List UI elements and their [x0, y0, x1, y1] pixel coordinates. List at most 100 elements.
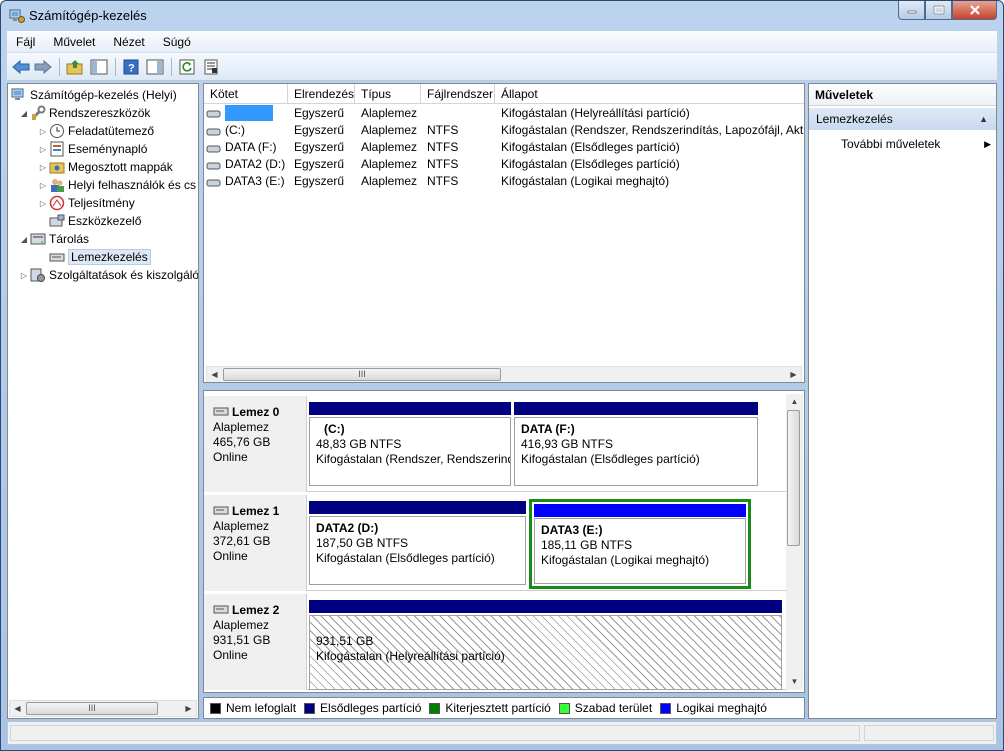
- tree-label: Teljesítmény: [68, 196, 135, 210]
- tree-item-event-viewer[interactable]: ▷ Eseménynapló: [37, 140, 147, 158]
- volume-name-selected[interactable]: [225, 105, 273, 121]
- collapsed-arrow-icon[interactable]: ▷: [37, 181, 49, 190]
- collapsed-arrow-icon[interactable]: ▷: [37, 127, 49, 136]
- collapsed-arrow-icon[interactable]: ▷: [37, 163, 49, 172]
- close-icon: [969, 5, 980, 15]
- disk-layout-pane: Lemez 0 Alaplemez 465,76 GB Online (C:) …: [203, 390, 805, 693]
- table-row[interactable]: (C:) Egyszerű Alaplemez NTFS Kifogástala…: [204, 122, 804, 139]
- partition-c[interactable]: (C:) 48,83 GB NTFS Kifogástalan (Rendsze…: [309, 402, 511, 486]
- tree-label: Helyi felhasználók és cs: [68, 178, 197, 192]
- table-row[interactable]: DATA3 (E:) Egyszerű Alaplemez NTFS Kifog…: [204, 173, 804, 190]
- column-header-type[interactable]: Típus: [355, 84, 421, 104]
- expanded-arrow-icon[interactable]: ◢: [18, 235, 30, 244]
- scroll-thumb[interactable]: III: [26, 702, 158, 715]
- scroll-right-arrow-icon[interactable]: ▶: [787, 368, 800, 381]
- partition-data3-e[interactable]: DATA3 (E:) 185,11 GB NTFS Kifogástalan (…: [529, 499, 751, 589]
- tree-item-local-users[interactable]: ▷ Helyi felhasználók és cs: [37, 176, 196, 194]
- collapsed-arrow-icon[interactable]: ▷: [18, 271, 30, 280]
- disk-info[interactable]: Lemez 2 Alaplemez 931,51 GB Online: [204, 594, 307, 690]
- performance-icon: [49, 195, 65, 211]
- tree-item-disk-management[interactable]: Lemezkezelés: [37, 248, 151, 266]
- services-icon: [30, 267, 46, 283]
- forward-button[interactable]: [33, 57, 53, 77]
- collapse-up-icon[interactable]: ▲: [979, 108, 988, 130]
- navigation-tree: Számítógép-kezelés (Helyi) ◢ Rendszeresz…: [7, 83, 199, 719]
- table-row[interactable]: DATA2 (D:) Egyszerű Alaplemez NTFS Kifog…: [204, 156, 804, 173]
- title-bar[interactable]: Számítógép-kezelés: [1, 1, 1003, 31]
- partition-status: Kifogástalan (Rendszer, Rendszerind: [316, 452, 511, 466]
- tree-item-task-scheduler[interactable]: ▷ Feladatütemező: [37, 122, 154, 140]
- disk-row: Lemez 1 Alaplemez 372,61 GB Online DATA2…: [204, 495, 790, 591]
- tree-item-performance[interactable]: ▷ Teljesítmény: [37, 194, 135, 212]
- column-header-status[interactable]: Állapot: [495, 84, 804, 104]
- tree-item-computer-management[interactable]: Számítógép-kezelés (Helyi): [11, 86, 177, 104]
- expanded-arrow-icon[interactable]: ◢: [18, 109, 30, 118]
- table-row[interactable]: Egyszerű Alaplemez Kifogástalan (Helyreá…: [204, 105, 804, 122]
- scroll-thumb[interactable]: III: [223, 368, 501, 381]
- disk-kind: Alaplemez: [213, 420, 270, 434]
- actions-section-disk-management[interactable]: Lemezkezelés ▲: [809, 108, 996, 130]
- scroll-up-arrow-icon[interactable]: ▲: [788, 395, 801, 408]
- menu-help[interactable]: Súgó: [154, 35, 200, 49]
- disk-size: 931,51 GB: [213, 633, 271, 647]
- show-hide-tree-button[interactable]: [89, 57, 109, 77]
- column-header-layout[interactable]: Elrendezés: [288, 84, 355, 104]
- cell-volume: DATA3 (E:): [225, 174, 285, 188]
- tree-horizontal-scrollbar[interactable]: ◀ III ▶: [9, 700, 197, 717]
- refresh-button[interactable]: [177, 57, 197, 77]
- more-actions-item[interactable]: További műveletek ▶: [841, 135, 991, 153]
- collapsed-arrow-icon[interactable]: ▷: [37, 199, 49, 208]
- scroll-left-arrow-icon[interactable]: ◀: [11, 702, 24, 715]
- minimize-button[interactable]: [898, 1, 925, 20]
- cell-layout: Egyszerű: [294, 140, 345, 154]
- tree-item-services[interactable]: ▷ Szolgáltatások és kiszolgáló: [18, 266, 198, 284]
- actions-section-label: Lemezkezelés: [816, 112, 893, 126]
- scroll-left-arrow-icon[interactable]: ◀: [208, 368, 221, 381]
- legend-swatch: [558, 702, 570, 714]
- partition-recovery[interactable]: 931,51 GB Kifogástalan (Helyreállítási p…: [309, 600, 782, 690]
- menu-view[interactable]: Nézet: [104, 35, 153, 49]
- scroll-down-arrow-icon[interactable]: ▼: [788, 675, 801, 688]
- up-folder-button[interactable]: [65, 57, 85, 77]
- drive-icon: [206, 123, 222, 139]
- maximize-button[interactable]: [925, 1, 952, 20]
- tools-icon: [30, 105, 46, 121]
- scroll-thumb[interactable]: [787, 410, 800, 546]
- menu-action[interactable]: Művelet: [44, 35, 104, 49]
- volume-list-header: Kötet Elrendezés Típus Fájlrendszer Álla…: [204, 84, 804, 104]
- cell-volume: DATA2 (D:): [225, 157, 286, 171]
- close-button[interactable]: [952, 1, 997, 20]
- partition-name: DATA2 (D:): [316, 521, 379, 535]
- status-bar: [7, 721, 997, 745]
- show-hide-action-pane-button[interactable]: [145, 57, 165, 77]
- back-icon: [12, 60, 30, 74]
- volume-list-horizontal-scrollbar[interactable]: ◀ III ▶: [206, 366, 802, 382]
- disk-size: 372,61 GB: [213, 534, 271, 548]
- tree-item-system-tools[interactable]: ◢ Rendszereszközök: [18, 104, 150, 122]
- column-header-filesystem[interactable]: Fájlrendszer: [421, 84, 495, 104]
- users-icon: [49, 177, 65, 193]
- cell-volume: (C:): [225, 123, 245, 137]
- legend-item: Elsődleges partíció: [304, 701, 421, 715]
- collapsed-arrow-icon[interactable]: ▷: [37, 145, 49, 154]
- disk-pane-vertical-scrollbar[interactable]: ▲ ▼: [786, 394, 803, 690]
- status-cell: [10, 725, 860, 741]
- disk-info[interactable]: Lemez 1 Alaplemez 372,61 GB Online: [204, 495, 307, 591]
- disk-info[interactable]: Lemez 0 Alaplemez 465,76 GB Online: [204, 396, 307, 492]
- properties-button[interactable]: [201, 57, 221, 77]
- legend-swatch: [210, 702, 221, 714]
- back-button[interactable]: [11, 57, 31, 77]
- column-header-volume[interactable]: Kötet: [204, 84, 288, 104]
- help-button[interactable]: ?: [121, 57, 141, 77]
- menu-file[interactable]: Fájl: [7, 35, 44, 49]
- legend: Nem lefoglalt Elsődleges partíció Kiterj…: [203, 697, 805, 719]
- table-row[interactable]: DATA (F:) Egyszerű Alaplemez NTFS Kifogá…: [204, 139, 804, 156]
- tree-item-shared-folders[interactable]: ▷ Megosztott mappák: [37, 158, 173, 176]
- disk-name: Lemez 2: [232, 602, 280, 617]
- partition-data-f[interactable]: DATA (F:) 416,93 GB NTFS Kifogástalan (E…: [514, 402, 758, 486]
- tree-item-device-manager[interactable]: Eszközkezelő: [37, 212, 141, 230]
- partition-data2-d[interactable]: DATA2 (D:) 187,50 GB NTFS Kifogástalan (…: [309, 501, 526, 585]
- tree-label: Megosztott mappák: [68, 160, 173, 174]
- scroll-right-arrow-icon[interactable]: ▶: [182, 702, 195, 715]
- tree-item-storage[interactable]: ◢ Tárolás: [18, 230, 89, 248]
